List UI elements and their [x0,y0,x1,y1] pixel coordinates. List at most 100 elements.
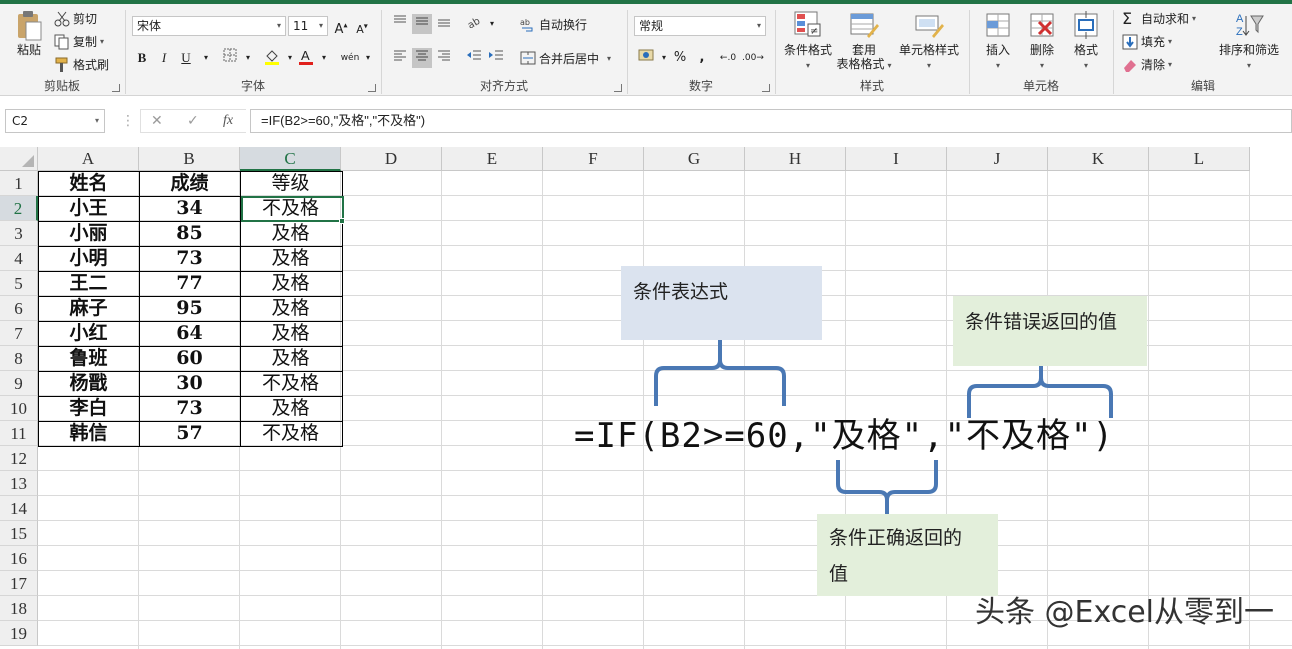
borders-button[interactable] [220,48,240,68]
orientation-dropdown[interactable]: ▾ [482,14,502,34]
orientation-button[interactable]: ab [464,14,484,34]
cell-c1[interactable]: 等级 [240,171,341,196]
italic-button[interactable]: I [154,48,174,68]
select-all-corner[interactable] [0,147,38,171]
cell-b2[interactable]: 34 [139,196,240,221]
cell-b10[interactable]: 73 [139,396,240,421]
insert-cells-button[interactable]: 插入 ▾ [976,10,1020,73]
cell-c4[interactable]: 及格 [240,246,341,271]
cell-c3[interactable]: 及格 [240,221,341,246]
row-header-6[interactable]: 6 [0,296,38,321]
cell-a10[interactable]: 李白 [38,396,139,421]
row-header-14[interactable]: 14 [0,496,38,521]
enter-icon[interactable]: ✓ [187,113,199,129]
row-header-13[interactable]: 13 [0,471,38,496]
paste-button[interactable]: 粘贴 [10,10,48,57]
column-header-k[interactable]: K [1048,147,1149,171]
decrease-indent-button[interactable] [464,48,484,68]
row-header-5[interactable]: 5 [0,271,38,296]
cell-styles-button[interactable]: 单元格样式 ▾ [894,10,964,73]
row-header-10[interactable]: 10 [0,396,38,421]
cut-button[interactable]: 剪切 [54,10,97,27]
cell-b9[interactable]: 30 [139,371,240,396]
cell-a5[interactable]: 王二 [38,271,139,296]
copy-button[interactable]: 复制 ▾ [54,33,104,50]
fill-color-button[interactable] [262,48,282,68]
phonetic-dropdown[interactable]: ▾ [358,48,378,68]
row-header-16[interactable]: 16 [0,546,38,571]
cell-c6[interactable]: 及格 [240,296,341,321]
column-header-e[interactable]: E [442,147,543,171]
decrease-font-button[interactable]: A▾ [352,16,372,36]
fill-button[interactable]: 填充 ▾ [1122,33,1172,50]
bold-button[interactable]: B [132,48,152,68]
underline-dropdown[interactable]: ▾ [196,48,216,68]
column-header-g[interactable]: G [644,147,745,171]
cell-a8[interactable]: 鲁班 [38,346,139,371]
column-header-j[interactable]: J [947,147,1048,171]
number-format-select[interactable]: 常规 ▾ [634,16,766,36]
cell-b7[interactable]: 64 [139,321,240,346]
increase-font-button[interactable]: A▴ [331,16,351,37]
cell-a11[interactable]: 韩信 [38,421,139,446]
increase-indent-button[interactable] [486,48,506,68]
borders-dropdown[interactable]: ▾ [238,48,258,68]
font-launcher[interactable] [368,84,376,92]
row-header-15[interactable]: 15 [0,521,38,546]
row-header-17[interactable]: 17 [0,571,38,596]
column-header-a[interactable]: A [38,147,139,171]
row-header-8[interactable]: 8 [0,346,38,371]
row-header-3[interactable]: 3 [0,221,38,246]
row-header-7[interactable]: 7 [0,321,38,346]
wrap-text-button[interactable]: ab 自动换行 [520,16,587,33]
row-header-11[interactable]: 11 [0,421,38,446]
delete-cells-button[interactable]: 删除 ▾ [1020,10,1064,73]
conditional-format-button[interactable]: ≠ 条件格式 ▾ [782,10,834,73]
cell-a7[interactable]: 小红 [38,321,139,346]
cell-c8[interactable]: 及格 [240,346,341,371]
column-header-b[interactable]: B [139,147,240,171]
row-header-19[interactable]: 19 [0,621,38,646]
clear-button[interactable]: 清除 ▾ [1122,56,1172,73]
align-right-button[interactable] [434,48,454,68]
format-cells-button[interactable]: 格式 ▾ [1064,10,1108,73]
format-painter-button[interactable]: 格式刷 [54,56,109,73]
row-header-2[interactable]: 2 [0,196,38,221]
row-header-9[interactable]: 9 [0,371,38,396]
cell-b5[interactable]: 77 [139,271,240,296]
row-header-1[interactable]: 1 [0,171,38,196]
autosum-button[interactable]: Σ 自动求和 ▾ [1122,10,1196,27]
align-bottom-button[interactable] [434,14,454,34]
column-header-d[interactable]: D [341,147,442,171]
percent-button[interactable]: % [670,48,690,68]
alignment-launcher[interactable] [614,84,622,92]
format-as-table-button[interactable]: 套用 表格格式 ▾ [836,10,892,73]
cell-a2[interactable]: 小王 [38,196,139,221]
decrease-decimal-button[interactable]: .00→ [742,48,764,68]
font-name-select[interactable]: 宋体 ▾ [132,16,286,36]
font-color-dropdown[interactable]: ▾ [314,48,334,68]
cell-b4[interactable]: 73 [139,246,240,271]
cell-b1[interactable]: 成绩 [139,171,240,196]
font-color-button[interactable]: A [296,48,316,68]
accounting-format-button[interactable] [636,48,656,68]
row-header-12[interactable]: 12 [0,446,38,471]
align-middle-button[interactable] [412,14,432,34]
fill-handle[interactable] [339,218,345,224]
merge-center-button[interactable]: 合并后居中 ▾ [520,50,611,67]
font-size-select[interactable]: 11 ▾ [288,16,328,36]
align-center-button[interactable] [412,48,432,68]
cell-c10[interactable]: 及格 [240,396,341,421]
row-header-18[interactable]: 18 [0,596,38,621]
cell-c7[interactable]: 及格 [240,321,341,346]
cell-c5[interactable]: 及格 [240,271,341,296]
underline-button[interactable]: U [176,48,196,68]
row-header-4[interactable]: 4 [0,246,38,271]
insert-function-icon[interactable]: fx [223,113,233,129]
column-header-h[interactable]: H [745,147,846,171]
cell-b8[interactable]: 60 [139,346,240,371]
cell-b3[interactable]: 85 [139,221,240,246]
clipboard-launcher[interactable] [112,84,120,92]
number-launcher[interactable] [762,84,770,92]
align-left-button[interactable] [390,48,410,68]
